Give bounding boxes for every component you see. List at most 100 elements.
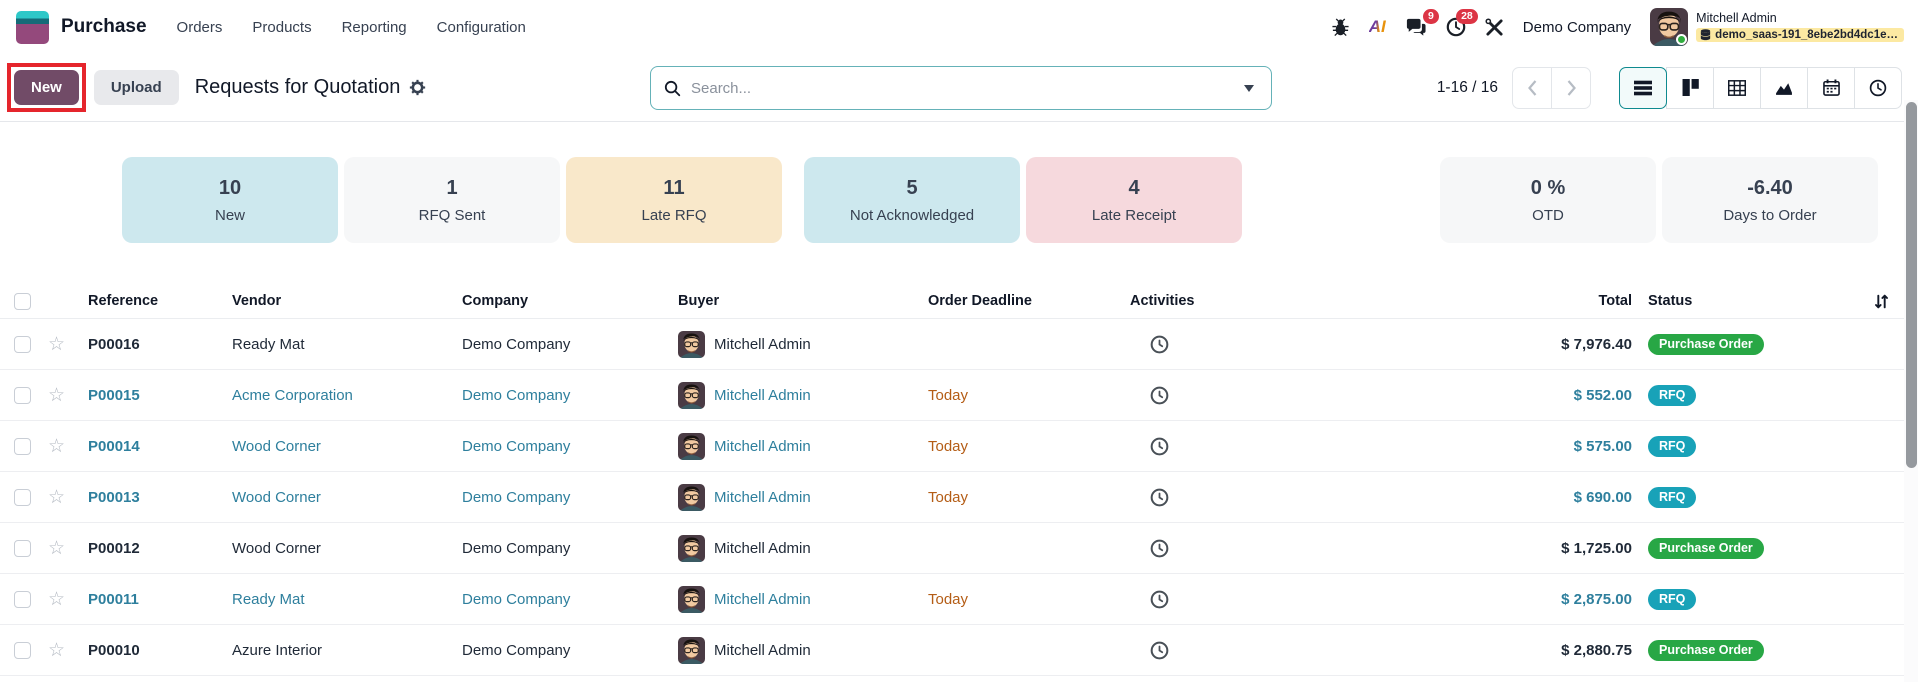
stat-card[interactable]: 10 New [122, 157, 338, 243]
user-menu[interactable]: Mitchell Admin demo_saas-191_8ebe2bd4dc1… [1650, 8, 1904, 46]
activity-clock-icon[interactable] [1130, 335, 1296, 354]
pager-next-button[interactable] [1551, 67, 1591, 109]
favorite-star-icon[interactable]: ☆ [48, 639, 88, 661]
col-company[interactable]: Company [462, 293, 678, 309]
activity-clock-icon[interactable] [1130, 590, 1296, 609]
vendor-cell[interactable]: Wood Corner [232, 489, 462, 506]
table-row[interactable]: ☆ P00014 Wood Corner Demo Company Mitche… [0, 421, 1918, 472]
company-cell[interactable]: Demo Company [462, 387, 678, 404]
vendor-cell[interactable]: Ready Mat [232, 591, 462, 608]
kanban-view-button[interactable] [1666, 67, 1714, 109]
favorite-star-icon[interactable]: ☆ [48, 588, 88, 610]
stat-card[interactable]: 4 Late Receipt [1026, 157, 1242, 243]
menu-products[interactable]: Products [252, 19, 311, 36]
activity-clock-icon[interactable] [1130, 437, 1296, 456]
table-row[interactable]: ☆ P00012 Wood Corner Demo Company Mitche… [0, 523, 1918, 574]
gear-icon[interactable] [409, 79, 426, 96]
favorite-star-icon[interactable]: ☆ [48, 537, 88, 559]
menu-configuration[interactable]: Configuration [437, 19, 526, 36]
col-order-deadline[interactable]: Order Deadline [928, 293, 1130, 309]
row-checkbox[interactable] [14, 438, 31, 455]
row-checkbox[interactable] [14, 336, 31, 353]
list-view-button[interactable] [1619, 67, 1667, 109]
messages-icon[interactable]: 9 [1405, 17, 1427, 37]
search-input[interactable] [691, 67, 1227, 109]
activity-clock-icon[interactable] [1130, 488, 1296, 507]
select-all-checkbox[interactable] [14, 293, 31, 310]
col-total[interactable]: Total [1296, 293, 1632, 309]
col-status[interactable]: Status [1632, 293, 1692, 309]
table-row[interactable]: ☆ P00016 Ready Mat Demo Company Mitchell… [0, 319, 1918, 370]
stat-card[interactable]: 5 Not Acknowledged [804, 157, 1020, 243]
favorite-star-icon[interactable]: ☆ [48, 435, 88, 457]
scrollbar-thumb[interactable] [1906, 102, 1917, 468]
row-checkbox[interactable] [14, 540, 31, 557]
reference-cell[interactable]: P00012 [88, 540, 232, 557]
vertical-scrollbar[interactable] [1904, 100, 1918, 682]
stat-card[interactable]: 0 % OTD [1440, 157, 1656, 243]
odoo-app-icon[interactable] [16, 11, 49, 44]
company-cell[interactable]: Demo Company [462, 540, 678, 557]
reference-cell[interactable]: P00010 [88, 642, 232, 659]
reference-cell[interactable]: P00013 [88, 489, 232, 506]
favorite-star-icon[interactable]: ☆ [48, 486, 88, 508]
col-activities[interactable]: Activities [1130, 293, 1296, 309]
stat-card[interactable]: -6.40 Days to Order [1662, 157, 1878, 243]
ai-icon[interactable]: AI [1369, 17, 1386, 37]
reference-cell[interactable]: P00011 [88, 591, 232, 608]
tools-icon[interactable] [1485, 18, 1504, 37]
menu-orders[interactable]: Orders [177, 19, 223, 36]
vendor-cell[interactable]: Azure Interior [232, 642, 462, 659]
col-reference[interactable]: Reference [88, 293, 232, 309]
calendar-view-button[interactable] [1807, 67, 1855, 109]
buyer-cell[interactable]: Mitchell Admin [678, 382, 928, 409]
reference-cell[interactable]: P00014 [88, 438, 232, 455]
reference-cell[interactable]: P00016 [88, 336, 232, 353]
table-row[interactable]: ☆ P00011 Ready Mat Demo Company Mitchell… [0, 574, 1918, 625]
bug-icon[interactable] [1331, 18, 1350, 37]
company-cell[interactable]: Demo Company [462, 438, 678, 455]
favorite-star-icon[interactable]: ☆ [48, 333, 88, 355]
menu-reporting[interactable]: Reporting [342, 19, 407, 36]
company-switcher[interactable]: Demo Company [1523, 19, 1631, 36]
vendor-cell[interactable]: Ready Mat [232, 336, 462, 353]
table-row[interactable]: ☆ P00010 Azure Interior Demo Company Mit… [0, 625, 1918, 676]
activity-clock-icon[interactable] [1130, 386, 1296, 405]
buyer-cell[interactable]: Mitchell Admin [678, 637, 928, 664]
table-row[interactable]: ☆ P00015 Acme Corporation Demo Company M… [0, 370, 1918, 421]
buyer-cell[interactable]: Mitchell Admin [678, 484, 928, 511]
activity-clock-icon[interactable] [1130, 539, 1296, 558]
vendor-cell[interactable]: Wood Corner [232, 438, 462, 455]
favorite-star-icon[interactable]: ☆ [48, 384, 88, 406]
reference-cell[interactable]: P00015 [88, 387, 232, 404]
company-cell[interactable]: Demo Company [462, 489, 678, 506]
company-cell[interactable]: Demo Company [462, 336, 678, 353]
search-dropdown-toggle[interactable] [1227, 67, 1271, 109]
col-vendor[interactable]: Vendor [232, 293, 462, 309]
buyer-cell[interactable]: Mitchell Admin [678, 586, 928, 613]
pager-previous-button[interactable] [1512, 67, 1552, 109]
table-row[interactable]: ☆ P00013 Wood Corner Demo Company Mitche… [0, 472, 1918, 523]
stat-card[interactable]: 1 RFQ Sent [344, 157, 560, 243]
activity-clock-icon[interactable] [1130, 641, 1296, 660]
buyer-cell[interactable]: Mitchell Admin [678, 433, 928, 460]
company-cell[interactable]: Demo Company [462, 642, 678, 659]
new-button[interactable]: New [14, 70, 79, 105]
buyer-cell[interactable]: Mitchell Admin [678, 535, 928, 562]
row-checkbox[interactable] [14, 489, 31, 506]
row-checkbox[interactable] [14, 591, 31, 608]
activity-view-button[interactable] [1854, 67, 1902, 109]
vendor-cell[interactable]: Wood Corner [232, 540, 462, 557]
company-cell[interactable]: Demo Company [462, 591, 678, 608]
pivot-view-button[interactable] [1713, 67, 1761, 109]
vendor-cell[interactable]: Acme Corporation [232, 387, 462, 404]
buyer-cell[interactable]: Mitchell Admin [678, 331, 928, 358]
col-buyer[interactable]: Buyer [678, 293, 928, 309]
stat-card[interactable]: 11 Late RFQ [566, 157, 782, 243]
activities-icon[interactable]: 28 [1446, 17, 1466, 37]
app-title[interactable]: Purchase [61, 16, 147, 38]
row-checkbox[interactable] [14, 387, 31, 404]
row-checkbox[interactable] [14, 642, 31, 659]
graph-view-button[interactable] [1760, 67, 1808, 109]
upload-button[interactable]: Upload [94, 70, 179, 105]
